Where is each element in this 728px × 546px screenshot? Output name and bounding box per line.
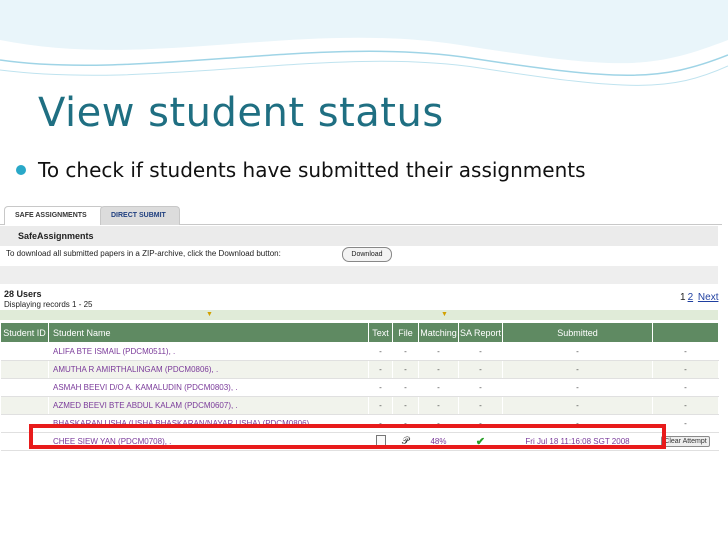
tab-bar: SAFE ASSIGNMENTS DIRECT SUBMIT [0, 204, 722, 225]
table-row: ALIFA BTE ISMAIL (PDCM0511), . - - - - -… [0, 342, 719, 361]
action-cell: - [652, 378, 719, 397]
text-cell: - [368, 342, 393, 361]
bullet-text: To check if students have submitted thei… [38, 158, 586, 182]
sort-arrow-icon[interactable]: ▼ [206, 310, 213, 320]
column-header[interactable]: SA Report [458, 322, 503, 343]
highlight-box [29, 424, 666, 449]
student-name-link[interactable]: AZMED BEEVI BTE ABDUL KALAM (PDCM0607), … [48, 396, 369, 415]
section-title: SafeAssignments [0, 226, 718, 246]
file-cell: - [392, 360, 419, 379]
student-id-cell [0, 396, 49, 415]
student-name-link[interactable]: AMUTHA R AMIRTHALINGAM (PDCM0806), . [48, 360, 369, 379]
pager-current: 1 [680, 292, 686, 303]
tab-direct-submit[interactable]: DIRECT SUBMIT [100, 206, 180, 225]
student-name-link[interactable]: ASMAH BEEVI D/O A. KAMALUDIN (PDCM0803),… [48, 378, 369, 397]
submitted-cell: - [502, 378, 653, 397]
column-header[interactable]: Matching [418, 322, 459, 343]
action-cell: - [652, 342, 719, 361]
sa-report-cell: - [458, 396, 503, 415]
matching-cell: - [418, 396, 459, 415]
submitted-cell: - [502, 342, 653, 361]
text-cell: - [368, 360, 393, 379]
sa-report-cell: - [458, 360, 503, 379]
pager-page-2[interactable]: 2 [688, 292, 694, 303]
text-cell: - [368, 378, 393, 397]
clear-attempt-button[interactable]: Clear Attempt [661, 436, 710, 447]
matching-cell: - [418, 342, 459, 361]
column-header[interactable]: Text [368, 322, 393, 343]
table-row: AMUTHA R AMIRTHALINGAM (PDCM0806), . - -… [0, 360, 719, 379]
table-row: AZMED BEEVI BTE ABDUL KALAM (PDCM0607), … [0, 396, 719, 415]
bullet-dot-icon [16, 164, 26, 175]
text-cell: - [368, 396, 393, 415]
pager: 12 Next [680, 292, 718, 303]
student-id-cell [0, 378, 49, 397]
column-header[interactable]: Submitted [502, 322, 653, 343]
file-cell: - [392, 378, 419, 397]
sort-arrow-icon[interactable]: ▼ [441, 310, 448, 320]
action-cell: - [652, 396, 719, 415]
embedded-screenshot: SAFE ASSIGNMENTS DIRECT SUBMIT SafeAssig… [0, 200, 722, 451]
student-id-cell [0, 342, 49, 361]
column-header[interactable]: File [392, 322, 419, 343]
tab-safe-assignments[interactable]: SAFE ASSIGNMENTS [4, 206, 104, 225]
matching-cell: - [418, 378, 459, 397]
divider [0, 266, 718, 284]
submitted-cell: - [502, 360, 653, 379]
bullet-point: To check if students have submitted thei… [16, 158, 586, 182]
action-cell: - [652, 360, 719, 379]
download-button[interactable]: Download [342, 247, 392, 262]
table-row: ASMAH BEEVI D/O A. KAMALUDIN (PDCM0803),… [0, 378, 719, 397]
student-id-cell [0, 360, 49, 379]
student-name-link[interactable]: ALIFA BTE ISMAIL (PDCM0511), . [48, 342, 369, 361]
pager-next[interactable]: Next [698, 292, 719, 303]
table-header-row: Student ID Student Name Text File Matchi… [0, 322, 719, 343]
sa-report-cell: - [458, 342, 503, 361]
submitted-cell: - [502, 396, 653, 415]
slide-decoration [0, 0, 728, 86]
file-cell: - [392, 396, 419, 415]
column-header[interactable]: Student ID [0, 322, 49, 343]
download-instructions: To download all submitted papers in a ZI… [6, 249, 281, 258]
column-header[interactable]: Student Name [48, 322, 369, 343]
users-count: 28 Users [4, 289, 42, 299]
sort-bar: ▼ ▼ [0, 310, 718, 320]
matching-cell: - [418, 360, 459, 379]
file-cell: - [392, 342, 419, 361]
records-displaying: Displaying records 1 - 25 [4, 300, 93, 309]
column-header [652, 322, 719, 343]
sa-report-cell: - [458, 378, 503, 397]
slide-title: View student status [38, 90, 444, 136]
